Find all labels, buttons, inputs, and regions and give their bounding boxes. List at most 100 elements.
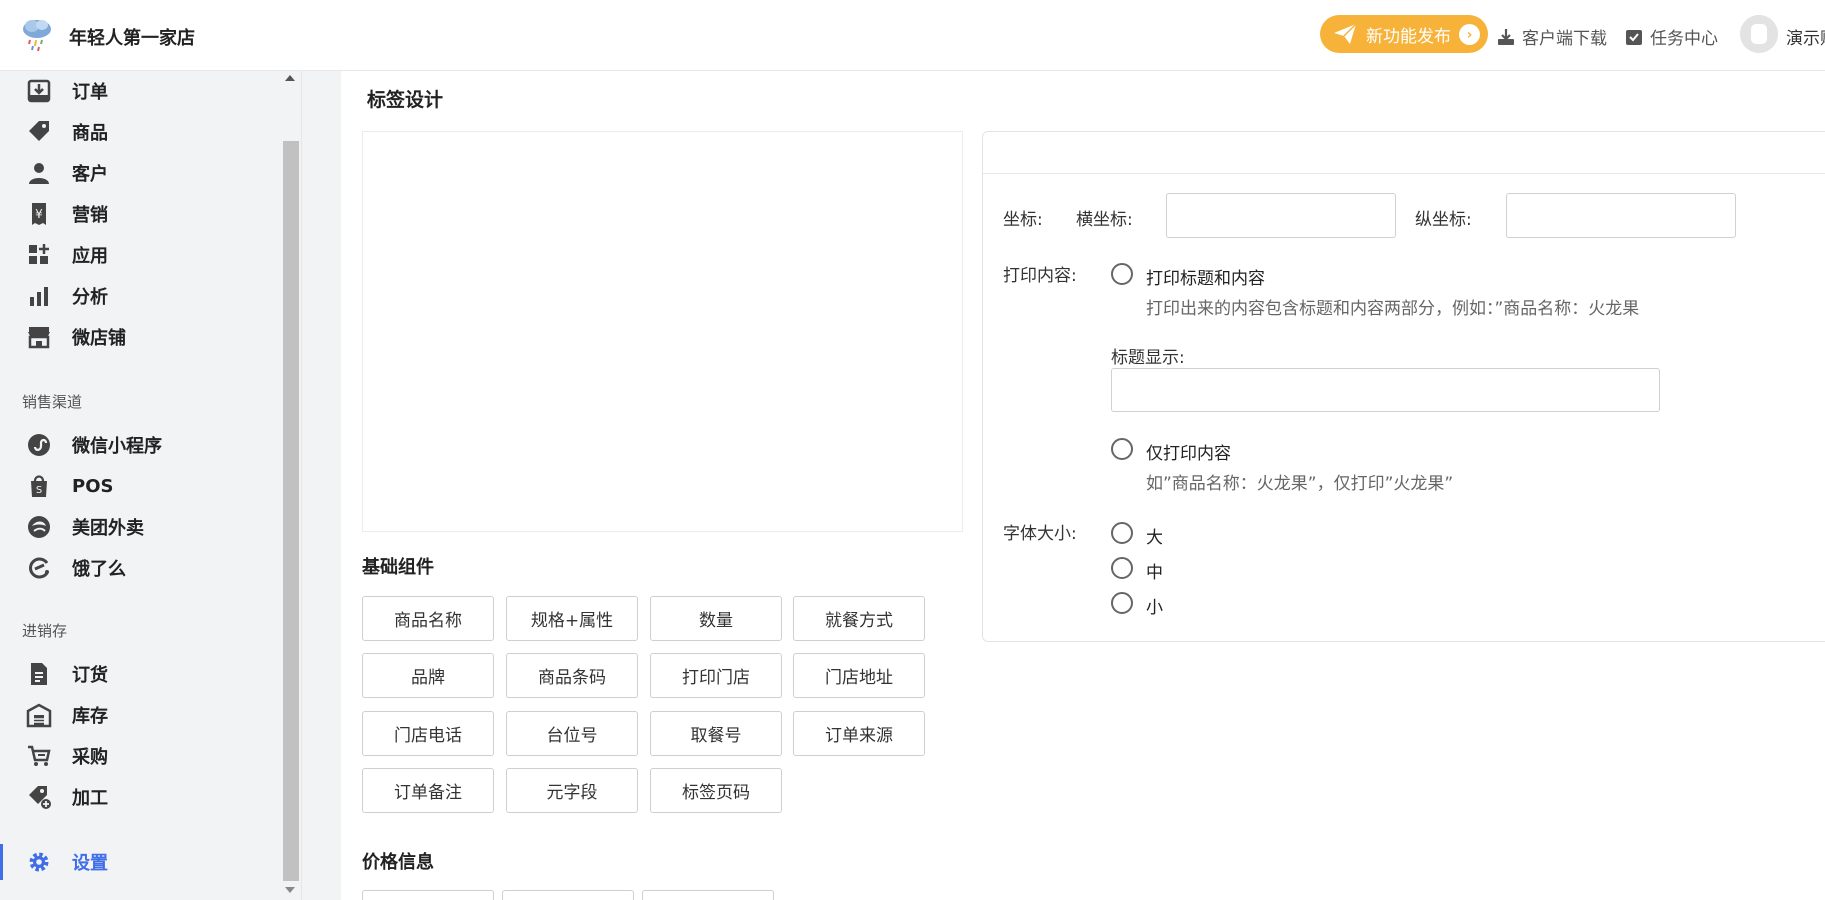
shop-name: 年轻人第一家店 [69, 28, 195, 49]
avatar-person-icon [1740, 15, 1778, 53]
component-button[interactable]: 商品条码 [506, 653, 638, 698]
y-coordinate-input[interactable] [1506, 193, 1736, 238]
meituan-icon [28, 516, 50, 538]
x-coordinate-input[interactable] [1166, 193, 1396, 238]
group-title-sales-channels: 销售渠道 [22, 393, 83, 411]
component-button[interactable]: 门店地址 [793, 653, 925, 698]
sidebar-item-label: 美团外卖 [72, 518, 144, 539]
title-display-input[interactable] [1111, 368, 1660, 412]
tag-icon [29, 121, 49, 141]
component-button[interactable]: 台位号 [506, 711, 638, 756]
sidebar-item-stock[interactable]: 库存 [0, 695, 282, 735]
download-label: 客户端下载 [1522, 29, 1607, 49]
sidebar-item-pos[interactable]: S POS [0, 466, 282, 506]
sidebar-item-label: 订单 [72, 82, 108, 103]
storefront-icon [28, 327, 50, 349]
gear-icon [29, 852, 49, 872]
sidebar-item-procurement[interactable]: 采购 [0, 736, 282, 776]
chevron-right-icon: › [1459, 24, 1480, 45]
inbox-download-icon [27, 79, 51, 103]
user-name[interactable]: 演示账号 [1786, 24, 1825, 49]
component-button[interactable]: 元字段 [506, 768, 638, 813]
price-component-button[interactable] [502, 890, 634, 900]
radio-font-large[interactable] [1111, 522, 1133, 544]
scroll-up-arrow-icon[interactable] [285, 75, 295, 81]
component-button[interactable]: 就餐方式 [793, 596, 925, 641]
sidebar-item-processing[interactable]: 加工 [0, 777, 282, 817]
user-avatar[interactable] [1740, 15, 1778, 53]
sidebar-item-customers[interactable]: 客户 [0, 153, 282, 193]
sidebar-item-label: 营销 [72, 205, 108, 226]
component-button[interactable]: 打印门店 [650, 653, 782, 698]
svg-text:S: S [36, 485, 42, 496]
yen-receipt-icon: ¥ [32, 203, 46, 225]
panel-header [983, 132, 1825, 174]
component-button[interactable]: 商品名称 [362, 596, 494, 641]
client-download-link[interactable]: 客户端下载 [1496, 24, 1607, 49]
font-size-label: 字体大小: [1003, 524, 1077, 544]
font-large-label: 大 [1146, 528, 1163, 548]
component-button[interactable]: 标签页码 [650, 768, 782, 813]
sidebar-item-purchase-order[interactable]: 订货 [0, 654, 282, 694]
sidebar-item-label: 分析 [72, 287, 108, 308]
sidebar-item-wechat-mini-program[interactable]: 微信小程序 [0, 425, 282, 465]
sidebar-item-label: 饿了么 [72, 559, 126, 580]
font-medium-label: 中 [1146, 563, 1163, 583]
basic-components-title: 基础组件 [362, 557, 434, 578]
sidebar-item-analytics[interactable]: 分析 [0, 276, 282, 316]
release-label: 新功能发布 [1366, 26, 1451, 47]
print-content-only-label: 仅打印内容 [1146, 444, 1231, 464]
component-button[interactable]: 订单备注 [362, 768, 494, 813]
sidebar-item-meituan[interactable]: 美团外卖 [0, 507, 282, 547]
property-panel: 坐标: 横坐标: 纵坐标: 打印内容: 打印标题和内容 打印出来的内容包含标题和… [982, 131, 1825, 642]
component-button[interactable]: 取餐号 [650, 711, 782, 756]
new-feature-release-button[interactable]: 新功能发布 › [1320, 15, 1488, 53]
radio-font-small[interactable] [1111, 592, 1133, 614]
print-content-label: 打印内容: [1003, 266, 1077, 286]
sidebar-item-apps[interactable]: 应用 [0, 235, 282, 275]
task-center-link[interactable]: 任务中心 [1624, 24, 1718, 49]
sidebar-item-label: 设置 [72, 853, 108, 874]
label-design-canvas[interactable] [362, 131, 963, 532]
price-component-button[interactable] [642, 890, 774, 900]
component-button[interactable]: 订单来源 [793, 711, 925, 756]
download-icon [1498, 28, 1514, 45]
sidebar-item-label: 库存 [72, 706, 108, 727]
sidebar-item-label: 应用 [72, 246, 108, 267]
bar-chart-icon [30, 287, 48, 306]
component-button[interactable]: 数量 [650, 596, 782, 641]
sidebar: 订单 商品 客户 ¥ 营销 应用 分析 微店铺 销售渠道 微信小程序 S POS… [0, 71, 302, 900]
radio-print-content-only[interactable] [1111, 438, 1133, 460]
sidebar-item-label: 加工 [72, 788, 108, 809]
sidebar-item-label: POS [72, 475, 114, 497]
component-button[interactable]: 规格+属性 [506, 596, 638, 641]
sidebar-scrollbar-thumb[interactable] [283, 141, 299, 881]
sidebar-item-label: 微店铺 [72, 328, 126, 349]
sidebar-item-micro-store[interactable]: 微店铺 [0, 317, 282, 357]
component-button[interactable]: 品牌 [362, 653, 494, 698]
price-component-button[interactable] [362, 890, 494, 900]
radio-font-medium[interactable] [1111, 557, 1133, 579]
sidebar-item-marketing[interactable]: ¥ 营销 [0, 194, 282, 234]
radio-print-title-and-content[interactable] [1111, 263, 1133, 285]
sidebar-item-eleme[interactable]: 饿了么 [0, 548, 282, 588]
sidebar-item-label: 采购 [72, 747, 108, 768]
sidebar-item-settings[interactable]: 设置 [0, 842, 282, 882]
print-title-and-content-label: 打印标题和内容 [1146, 269, 1265, 289]
sidebar-item-label: 订货 [72, 665, 108, 686]
sidebar-item-products[interactable]: 商品 [0, 112, 282, 152]
component-button[interactable]: 门店电话 [362, 711, 494, 756]
print-content-only-hint: 如”商品名称：火龙果”，仅打印”火龙果” [1146, 474, 1454, 494]
sidebar-item-label: 客户 [72, 164, 108, 185]
document-icon [31, 663, 47, 685]
print-title-and-content-hint: 打印出来的内容包含标题和内容两部分，例如：”商品名称：火龙果 [1146, 299, 1640, 319]
sidebar-item-orders[interactable]: 订单 [0, 71, 282, 111]
task-label: 任务中心 [1650, 29, 1718, 49]
scroll-down-arrow-icon[interactable] [285, 887, 295, 893]
task-check-icon [1626, 29, 1642, 45]
mini-program-icon [28, 434, 50, 456]
cloud-rain-logo-icon [23, 20, 51, 52]
font-small-label: 小 [1146, 598, 1163, 618]
x-coordinate-label: 横坐标: [1076, 210, 1133, 230]
user-icon [29, 163, 49, 184]
